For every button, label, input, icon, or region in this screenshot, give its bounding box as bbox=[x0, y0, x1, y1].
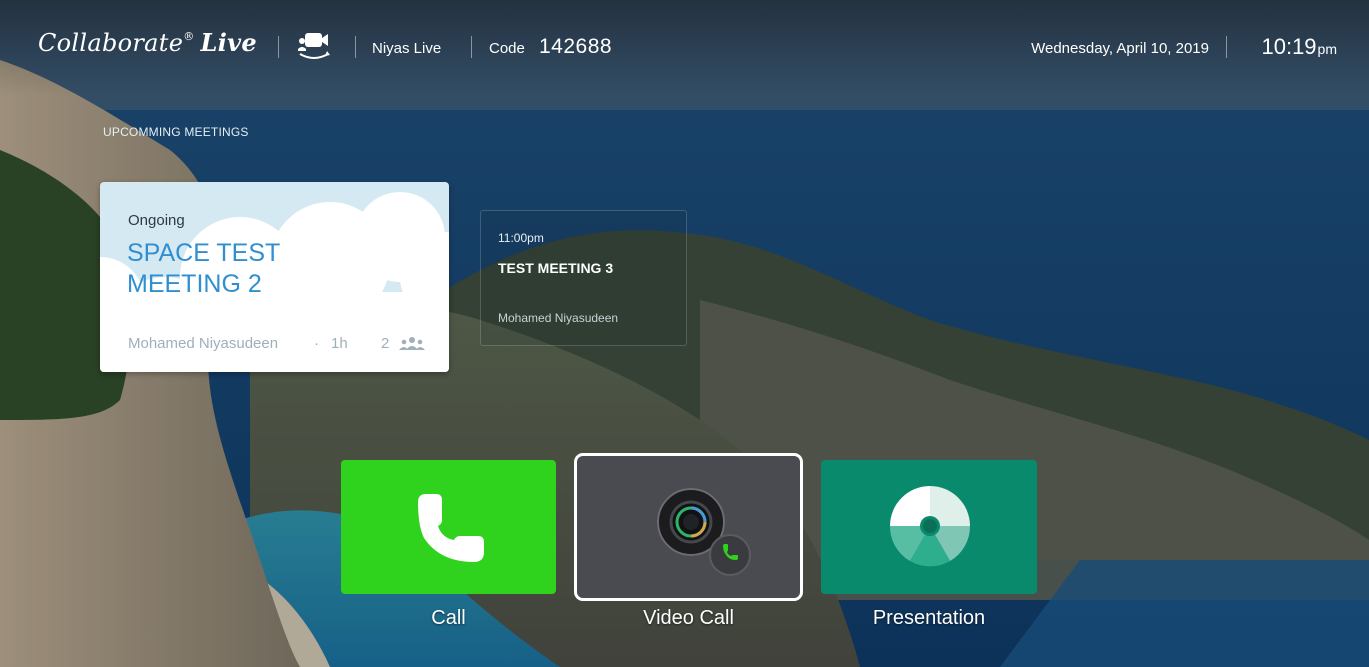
divider bbox=[1226, 36, 1227, 58]
video-call-tile[interactable] bbox=[574, 453, 803, 601]
meeting-host: Mohamed Niyasudeen bbox=[128, 335, 279, 352]
room-camera-icon bbox=[298, 33, 330, 59]
call-label: Call bbox=[431, 607, 466, 629]
participant-count: 2 bbox=[381, 335, 390, 352]
phone-icon bbox=[418, 494, 484, 562]
app-logo: Collaborate® Live bbox=[38, 28, 257, 57]
home-screen: Collaborate® Live Niyas Live Code 142688 … bbox=[0, 0, 1369, 667]
divider bbox=[355, 36, 356, 58]
divider bbox=[471, 36, 472, 58]
pie-chart-icon bbox=[889, 486, 971, 567]
presentation-label: Presentation bbox=[872, 607, 986, 629]
participants-icon bbox=[399, 337, 425, 350]
meeting-host: Mohamed Niyasudeen bbox=[498, 311, 619, 325]
meeting-separator: · bbox=[314, 335, 319, 352]
divider bbox=[278, 36, 279, 58]
presentation-tile[interactable] bbox=[821, 460, 1037, 594]
room-code-label: Code bbox=[489, 40, 525, 57]
meeting-time: 11:00pm bbox=[498, 231, 544, 245]
video-call-label: Video Call bbox=[643, 607, 734, 629]
video-camera-icon bbox=[657, 488, 751, 576]
room-code-value: 142688 bbox=[539, 35, 613, 58]
meeting-title: SPACE TEST MEETING 2 bbox=[127, 239, 280, 298]
upcoming-meetings-heading: UPCOMMING MEETINGS bbox=[103, 125, 249, 139]
call-tile[interactable] bbox=[341, 460, 556, 594]
current-time: 10:19pm bbox=[1261, 34, 1337, 59]
meeting-status: Ongoing bbox=[128, 212, 185, 229]
room-name: Niyas Live bbox=[372, 40, 442, 57]
meeting-duration: 1h bbox=[331, 335, 348, 352]
top-bar: Collaborate® Live Niyas Live Code 142688 … bbox=[0, 0, 1369, 95]
meeting-title: TEST MEETING 3 bbox=[498, 260, 614, 276]
ongoing-meeting-card[interactable]: Ongoing SPACE TEST MEETING 2 Mohamed Niy… bbox=[100, 182, 449, 372]
upcoming-meeting-card[interactable]: 11:00pm TEST MEETING 3 Mohamed Niyasudee… bbox=[480, 210, 687, 346]
current-date: Wednesday, April 10, 2019 bbox=[1031, 40, 1209, 57]
